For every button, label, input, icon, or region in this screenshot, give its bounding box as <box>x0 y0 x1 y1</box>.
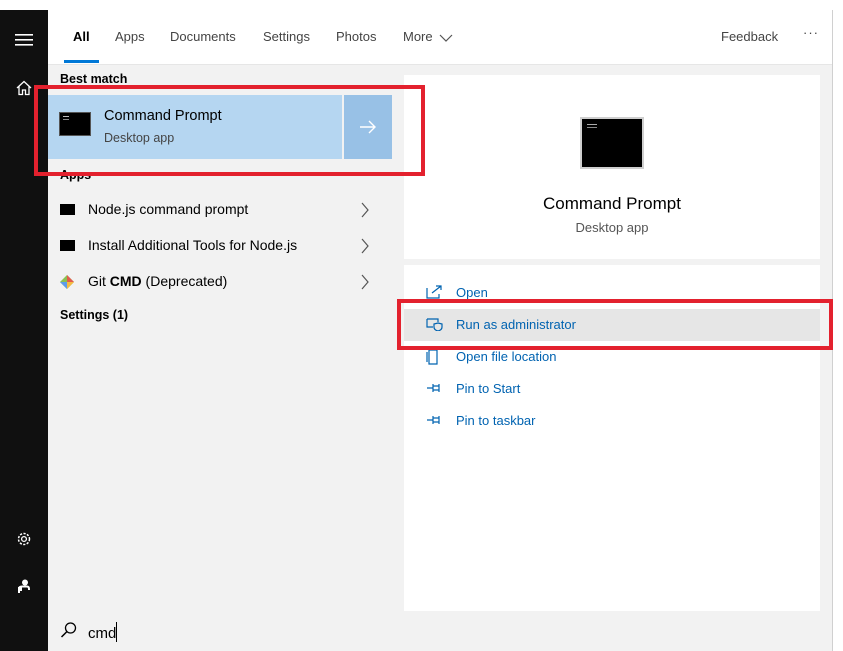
console-icon <box>60 240 75 251</box>
details-card: Command Prompt Desktop app <box>404 75 820 259</box>
file-location-icon <box>426 349 438 365</box>
app-label: Node.js command prompt <box>88 201 249 217</box>
app-label: Install Additional Tools for Node.js <box>88 237 298 253</box>
details-subtitle: Desktop app <box>575 220 649 235</box>
chevron-down-icon <box>439 34 453 42</box>
text-caret <box>116 622 117 642</box>
pin-to-start-label: Pin to Start <box>456 381 521 396</box>
results-pane: Best match Command Prompt Desktop app Ap… <box>48 65 392 611</box>
tab-photos[interactable]: Photos <box>336 28 376 46</box>
pin-to-start-action[interactable]: Pin to Start <box>404 373 820 405</box>
app-label-suffix: (Deprecated) <box>141 273 228 289</box>
shield-icon <box>426 318 443 331</box>
open-file-location-label: Open file location <box>456 349 557 364</box>
list-item[interactable]: Install Additional Tools for Node.js <box>48 228 392 264</box>
active-tab-indicator <box>64 60 99 63</box>
pin-to-taskbar-action[interactable]: Pin to taskbar <box>404 405 820 437</box>
tab-more-label: More <box>403 29 433 44</box>
actions-list: Open Run as administrator Open file loca… <box>404 265 820 611</box>
run-as-administrator-label: Run as administrator <box>456 317 576 332</box>
user-icon[interactable] <box>0 568 48 604</box>
best-match-subtitle: Desktop app <box>104 131 175 145</box>
tab-documents[interactable]: Documents <box>170 28 236 46</box>
details-title: Command Prompt <box>543 194 681 213</box>
git-icon <box>60 275 74 289</box>
tab-more[interactable]: More <box>403 28 453 46</box>
app-label-prefix: Git <box>88 273 110 289</box>
pin-to-taskbar-label: Pin to taskbar <box>456 413 536 428</box>
console-icon <box>60 204 75 215</box>
tab-all[interactable]: All <box>73 28 90 46</box>
command-prompt-icon <box>59 112 91 136</box>
home-icon[interactable] <box>0 70 48 106</box>
arrow-right-icon <box>360 120 376 134</box>
search-input[interactable] <box>88 623 688 643</box>
tab-apps[interactable]: Apps <box>115 28 145 46</box>
list-item[interactable]: Git CMD (Deprecated) <box>48 264 392 300</box>
command-prompt-large-icon <box>580 117 644 169</box>
search-icon <box>60 622 77 638</box>
feedback-link[interactable]: Feedback <box>721 28 778 46</box>
open-action[interactable]: Open <box>404 277 820 309</box>
pin-icon <box>427 384 440 392</box>
best-match-header: Best match <box>60 72 128 86</box>
run-as-administrator-action[interactable]: Run as administrator <box>404 309 820 341</box>
best-match-item[interactable]: Command Prompt Desktop app <box>48 95 342 159</box>
open-file-location-action[interactable]: Open file location <box>404 341 820 373</box>
list-item[interactable]: Node.js command prompt <box>48 192 392 228</box>
chevron-right-icon[interactable] <box>360 202 370 218</box>
background-strip <box>0 0 843 10</box>
open-details-button[interactable] <box>344 95 392 159</box>
open-label: Open <box>456 285 488 300</box>
search-window: All Apps Documents Settings Photos More … <box>48 10 833 651</box>
more-options-button[interactable]: ··· <box>803 24 819 42</box>
apps-header: Apps <box>60 168 92 182</box>
start-rail <box>0 10 48 651</box>
app-label: Git CMD (Deprecated) <box>88 273 227 289</box>
chevron-right-icon[interactable] <box>360 238 370 254</box>
open-icon <box>426 285 442 299</box>
best-match-title: Command Prompt <box>104 108 222 124</box>
hamburger-menu-icon[interactable] <box>0 22 48 58</box>
tab-settings[interactable]: Settings <box>263 28 310 46</box>
filter-tab-bar: All Apps Documents Settings Photos More … <box>48 10 832 65</box>
settings-header[interactable]: Settings (1) <box>60 308 128 322</box>
settings-gear-icon[interactable] <box>0 521 48 557</box>
chevron-right-icon[interactable] <box>360 274 370 290</box>
search-bar <box>48 611 832 651</box>
pin-icon <box>427 416 440 424</box>
app-label-match: CMD <box>109 273 142 289</box>
